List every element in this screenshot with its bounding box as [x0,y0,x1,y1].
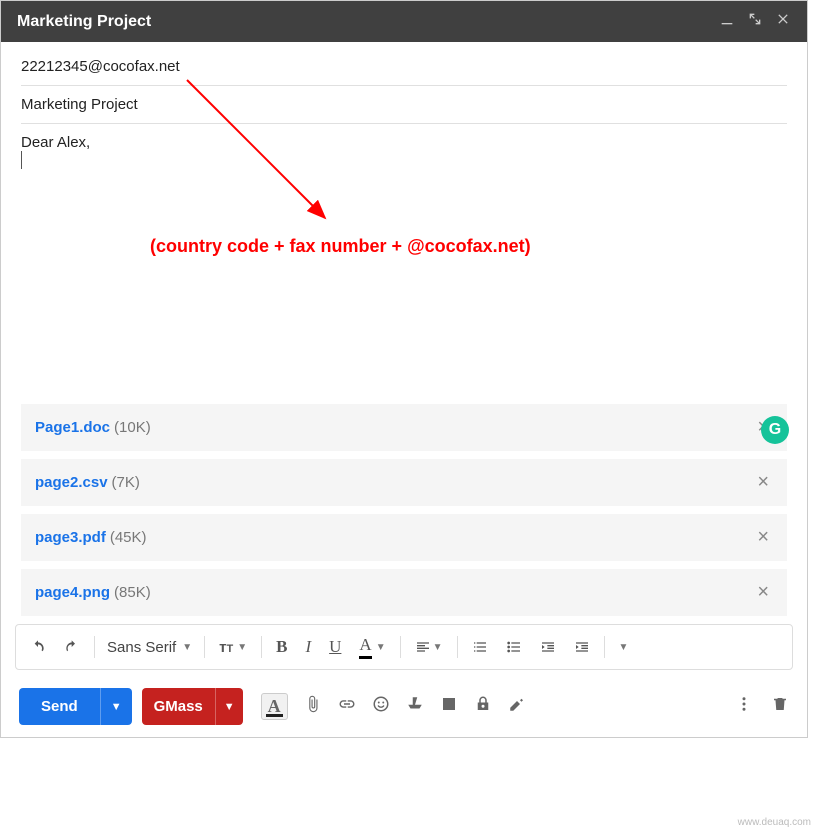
attachment-size: (85K) [114,584,151,601]
insert-link-icon[interactable] [338,695,356,718]
grammarly-badge[interactable]: G [761,416,789,444]
indent-less-button[interactable] [534,635,562,659]
redo-button[interactable] [58,635,86,659]
action-bar: Send ▼ GMass ▼ A [1,676,807,737]
chevron-down-icon: ▼ [619,642,629,653]
send-button-group: Send ▼ [19,688,132,725]
indent-more-button[interactable] [568,635,596,659]
body-cursor [21,151,787,169]
insert-drive-icon[interactable] [406,695,424,718]
compose-window: Marketing Project 22212345@cocofax.net M… [0,0,808,738]
to-field[interactable]: 22212345@cocofax.net [21,48,787,86]
insert-signature-icon[interactable] [508,695,526,718]
more-format-button[interactable]: ▼ [613,638,635,657]
chevron-down-icon: ▼ [376,642,386,653]
send-options-button[interactable]: ▼ [100,688,132,725]
attachment-size: (45K) [110,529,147,546]
attachment-size: (10K) [114,419,151,436]
attachment-remove-icon[interactable]: × [753,471,773,494]
attachment-item: page4.png (85K) × [21,569,787,616]
compose-body[interactable]: Dear Alex, [1,124,807,404]
expand-icon[interactable] [747,11,763,32]
formatting-options-icon[interactable]: A [261,693,288,720]
gmass-button[interactable]: GMass [142,688,215,725]
numbered-list-button[interactable] [466,635,494,659]
attachment-name[interactable]: page2.csv [35,474,108,491]
minimize-icon[interactable] [719,11,735,32]
attachment-name[interactable]: page3.pdf [35,529,106,546]
attachment-remove-icon[interactable]: × [753,526,773,549]
undo-button[interactable] [24,635,52,659]
compose-action-icons: A [261,693,725,720]
header-controls [719,11,791,32]
insert-emoji-icon[interactable] [372,695,390,718]
send-button[interactable]: Send [19,688,100,725]
body-greeting: Dear Alex, [21,134,787,151]
gmass-button-group: GMass ▼ [142,688,243,725]
attachments-list: Page1.doc (10K) × page2.csv (7K) × page3… [1,404,807,616]
attachment-name[interactable]: Page1.doc [35,419,110,436]
attachment-item: Page1.doc (10K) × [21,404,787,451]
chevron-down-icon: ▼ [182,642,192,653]
compose-title: Marketing Project [17,13,719,31]
underline-button[interactable]: U [323,633,347,661]
attach-file-icon[interactable] [304,695,322,718]
align-button[interactable]: ▼ [409,635,449,659]
bullet-list-button[interactable] [500,635,528,659]
text-color-button[interactable]: A ▼ [353,631,391,663]
annotation-text: (country code + fax number + @cocofax.ne… [150,236,531,257]
attachment-name[interactable]: page4.png [35,584,110,601]
chevron-down-icon: ▼ [237,642,247,653]
compose-fields: 22212345@cocofax.net Marketing Project [1,42,807,124]
bold-button[interactable]: B [270,633,293,661]
more-options-icon[interactable] [735,695,753,718]
italic-button[interactable]: I [299,633,317,661]
confidential-mode-icon[interactable] [474,695,492,718]
insert-photo-icon[interactable] [440,695,458,718]
attachment-item: page2.csv (7K) × [21,459,787,506]
close-icon[interactable] [775,11,791,32]
attachment-item: page3.pdf (45K) × [21,514,787,561]
font-select[interactable]: Sans Serif ▼ [103,639,196,656]
attachment-size: (7K) [112,474,140,491]
gmass-options-button[interactable]: ▼ [215,688,243,725]
attachment-remove-icon[interactable]: × [753,581,773,604]
compose-right-icons [735,695,789,718]
discard-draft-icon[interactable] [771,695,789,718]
subject-field[interactable]: Marketing Project [21,86,787,124]
font-size-button[interactable]: тT ▼ [213,635,253,660]
chevron-down-icon: ▼ [433,642,443,653]
watermark: www.deuaq.com [738,817,811,828]
compose-header: Marketing Project [1,1,807,42]
format-toolbar: Sans Serif ▼ тT ▼ B I U A ▼ ▼ [15,624,793,670]
